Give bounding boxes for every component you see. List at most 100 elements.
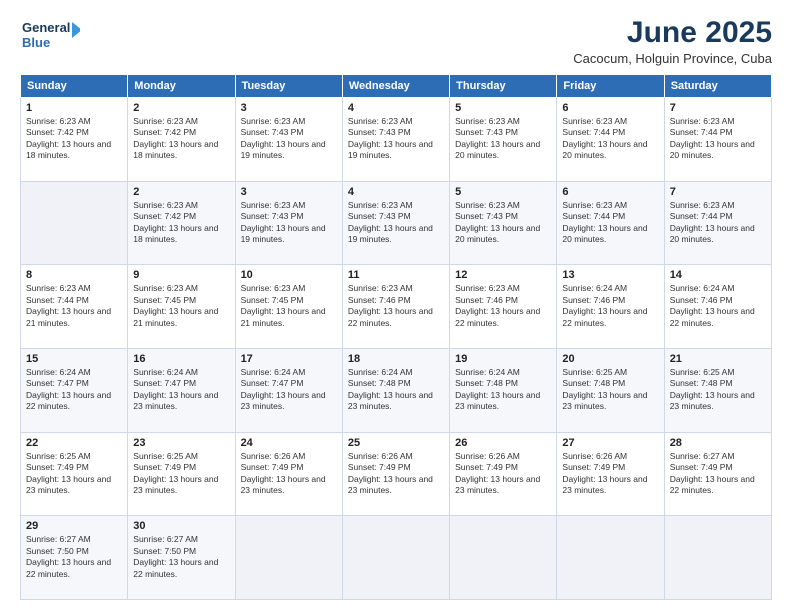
day-number: 4 — [348, 102, 444, 114]
table-row: 1 Sunrise: 6:23 AM Sunset: 7:42 PM Dayli… — [21, 98, 128, 182]
day-number: 9 — [133, 269, 229, 281]
table-row: 7 Sunrise: 6:23 AM Sunset: 7:44 PM Dayli… — [664, 98, 771, 182]
day-detail: Sunrise: 6:24 AM Sunset: 7:46 PM Dayligh… — [670, 283, 766, 329]
day-detail: Sunrise: 6:24 AM Sunset: 7:47 PM Dayligh… — [241, 367, 337, 413]
table-row: 11 Sunrise: 6:23 AM Sunset: 7:46 PM Dayl… — [342, 265, 449, 349]
page-subtitle: Cacocum, Holguin Province, Cuba — [573, 51, 772, 66]
day-number: 4 — [348, 186, 444, 198]
table-row: 16 Sunrise: 6:24 AM Sunset: 7:47 PM Dayl… — [128, 348, 235, 432]
day-number: 25 — [348, 437, 444, 449]
day-detail: Sunrise: 6:26 AM Sunset: 7:49 PM Dayligh… — [241, 451, 337, 497]
table-row: 15 Sunrise: 6:24 AM Sunset: 7:47 PM Dayl… — [21, 348, 128, 432]
day-detail: Sunrise: 6:24 AM Sunset: 7:46 PM Dayligh… — [562, 283, 658, 329]
day-detail: Sunrise: 6:23 AM Sunset: 7:43 PM Dayligh… — [455, 200, 551, 246]
day-number: 21 — [670, 353, 766, 365]
table-row: 8 Sunrise: 6:23 AM Sunset: 7:44 PM Dayli… — [21, 265, 128, 349]
day-number: 7 — [670, 102, 766, 114]
day-number: 2 — [133, 102, 229, 114]
table-row: 13 Sunrise: 6:24 AM Sunset: 7:46 PM Dayl… — [557, 265, 664, 349]
day-detail: Sunrise: 6:23 AM Sunset: 7:43 PM Dayligh… — [455, 116, 551, 162]
day-number: 28 — [670, 437, 766, 449]
day-detail: Sunrise: 6:25 AM Sunset: 7:48 PM Dayligh… — [670, 367, 766, 413]
col-tuesday: Tuesday — [235, 75, 342, 98]
logo-svg: General Blue — [20, 16, 80, 56]
table-row — [342, 516, 449, 600]
day-number: 7 — [670, 186, 766, 198]
day-detail: Sunrise: 6:23 AM Sunset: 7:44 PM Dayligh… — [562, 200, 658, 246]
table-row: 25 Sunrise: 6:26 AM Sunset: 7:49 PM Dayl… — [342, 432, 449, 516]
table-row: 26 Sunrise: 6:26 AM Sunset: 7:49 PM Dayl… — [450, 432, 557, 516]
day-detail: Sunrise: 6:25 AM Sunset: 7:49 PM Dayligh… — [26, 451, 122, 497]
day-detail: Sunrise: 6:23 AM Sunset: 7:45 PM Dayligh… — [241, 283, 337, 329]
day-number: 27 — [562, 437, 658, 449]
table-row: 17 Sunrise: 6:24 AM Sunset: 7:47 PM Dayl… — [235, 348, 342, 432]
day-number: 6 — [562, 186, 658, 198]
table-row: 3 Sunrise: 6:23 AM Sunset: 7:43 PM Dayli… — [235, 98, 342, 182]
day-number: 5 — [455, 186, 551, 198]
day-number: 15 — [26, 353, 122, 365]
day-number: 19 — [455, 353, 551, 365]
day-number: 3 — [241, 186, 337, 198]
table-row: 19 Sunrise: 6:24 AM Sunset: 7:48 PM Dayl… — [450, 348, 557, 432]
col-friday: Friday — [557, 75, 664, 98]
day-number: 18 — [348, 353, 444, 365]
table-row: 22 Sunrise: 6:25 AM Sunset: 7:49 PM Dayl… — [21, 432, 128, 516]
table-row: 14 Sunrise: 6:24 AM Sunset: 7:46 PM Dayl… — [664, 265, 771, 349]
table-row: 29 Sunrise: 6:27 AM Sunset: 7:50 PM Dayl… — [21, 516, 128, 600]
day-detail: Sunrise: 6:23 AM Sunset: 7:42 PM Dayligh… — [133, 116, 229, 162]
col-thursday: Thursday — [450, 75, 557, 98]
calendar-table: Sunday Monday Tuesday Wednesday Thursday… — [20, 74, 772, 600]
day-detail: Sunrise: 6:23 AM Sunset: 7:43 PM Dayligh… — [348, 200, 444, 246]
day-detail: Sunrise: 6:23 AM Sunset: 7:44 PM Dayligh… — [562, 116, 658, 162]
table-row — [450, 516, 557, 600]
table-row: 3 Sunrise: 6:23 AM Sunset: 7:43 PM Dayli… — [235, 181, 342, 265]
table-row — [235, 516, 342, 600]
table-row: 21 Sunrise: 6:25 AM Sunset: 7:48 PM Dayl… — [664, 348, 771, 432]
day-number: 24 — [241, 437, 337, 449]
table-row: 18 Sunrise: 6:24 AM Sunset: 7:48 PM Dayl… — [342, 348, 449, 432]
table-row: 2 Sunrise: 6:23 AM Sunset: 7:42 PM Dayli… — [128, 98, 235, 182]
day-detail: Sunrise: 6:25 AM Sunset: 7:48 PM Dayligh… — [562, 367, 658, 413]
logo: General Blue — [20, 16, 80, 56]
table-row — [557, 516, 664, 600]
table-row: 7 Sunrise: 6:23 AM Sunset: 7:44 PM Dayli… — [664, 181, 771, 265]
day-number: 16 — [133, 353, 229, 365]
day-detail: Sunrise: 6:23 AM Sunset: 7:46 PM Dayligh… — [348, 283, 444, 329]
day-detail: Sunrise: 6:23 AM Sunset: 7:44 PM Dayligh… — [26, 283, 122, 329]
day-number: 12 — [455, 269, 551, 281]
day-detail: Sunrise: 6:23 AM Sunset: 7:43 PM Dayligh… — [348, 116, 444, 162]
day-detail: Sunrise: 6:25 AM Sunset: 7:49 PM Dayligh… — [133, 451, 229, 497]
page-title: June 2025 — [573, 16, 772, 49]
day-number: 2 — [133, 186, 229, 198]
day-number: 6 — [562, 102, 658, 114]
table-row: 28 Sunrise: 6:27 AM Sunset: 7:49 PM Dayl… — [664, 432, 771, 516]
day-number: 13 — [562, 269, 658, 281]
table-row: 2 Sunrise: 6:23 AM Sunset: 7:42 PM Dayli… — [128, 181, 235, 265]
day-number: 17 — [241, 353, 337, 365]
table-row: 20 Sunrise: 6:25 AM Sunset: 7:48 PM Dayl… — [557, 348, 664, 432]
day-number: 11 — [348, 269, 444, 281]
day-number: 14 — [670, 269, 766, 281]
day-detail: Sunrise: 6:23 AM Sunset: 7:43 PM Dayligh… — [241, 116, 337, 162]
day-number: 22 — [26, 437, 122, 449]
col-saturday: Saturday — [664, 75, 771, 98]
col-sunday: Sunday — [21, 75, 128, 98]
day-detail: Sunrise: 6:26 AM Sunset: 7:49 PM Dayligh… — [348, 451, 444, 497]
table-row: 10 Sunrise: 6:23 AM Sunset: 7:45 PM Dayl… — [235, 265, 342, 349]
day-number: 10 — [241, 269, 337, 281]
day-number: 26 — [455, 437, 551, 449]
day-number: 30 — [133, 520, 229, 532]
day-number: 3 — [241, 102, 337, 114]
svg-text:General: General — [22, 20, 70, 35]
day-number: 8 — [26, 269, 122, 281]
table-row: 5 Sunrise: 6:23 AM Sunset: 7:43 PM Dayli… — [450, 181, 557, 265]
day-detail: Sunrise: 6:23 AM Sunset: 7:46 PM Dayligh… — [455, 283, 551, 329]
day-detail: Sunrise: 6:23 AM Sunset: 7:45 PM Dayligh… — [133, 283, 229, 329]
day-detail: Sunrise: 6:24 AM Sunset: 7:48 PM Dayligh… — [455, 367, 551, 413]
table-row: 4 Sunrise: 6:23 AM Sunset: 7:43 PM Dayli… — [342, 181, 449, 265]
day-detail: Sunrise: 6:27 AM Sunset: 7:50 PM Dayligh… — [26, 534, 122, 580]
table-row: 6 Sunrise: 6:23 AM Sunset: 7:44 PM Dayli… — [557, 98, 664, 182]
table-row: 6 Sunrise: 6:23 AM Sunset: 7:44 PM Dayli… — [557, 181, 664, 265]
day-detail: Sunrise: 6:27 AM Sunset: 7:49 PM Dayligh… — [670, 451, 766, 497]
day-detail: Sunrise: 6:26 AM Sunset: 7:49 PM Dayligh… — [455, 451, 551, 497]
